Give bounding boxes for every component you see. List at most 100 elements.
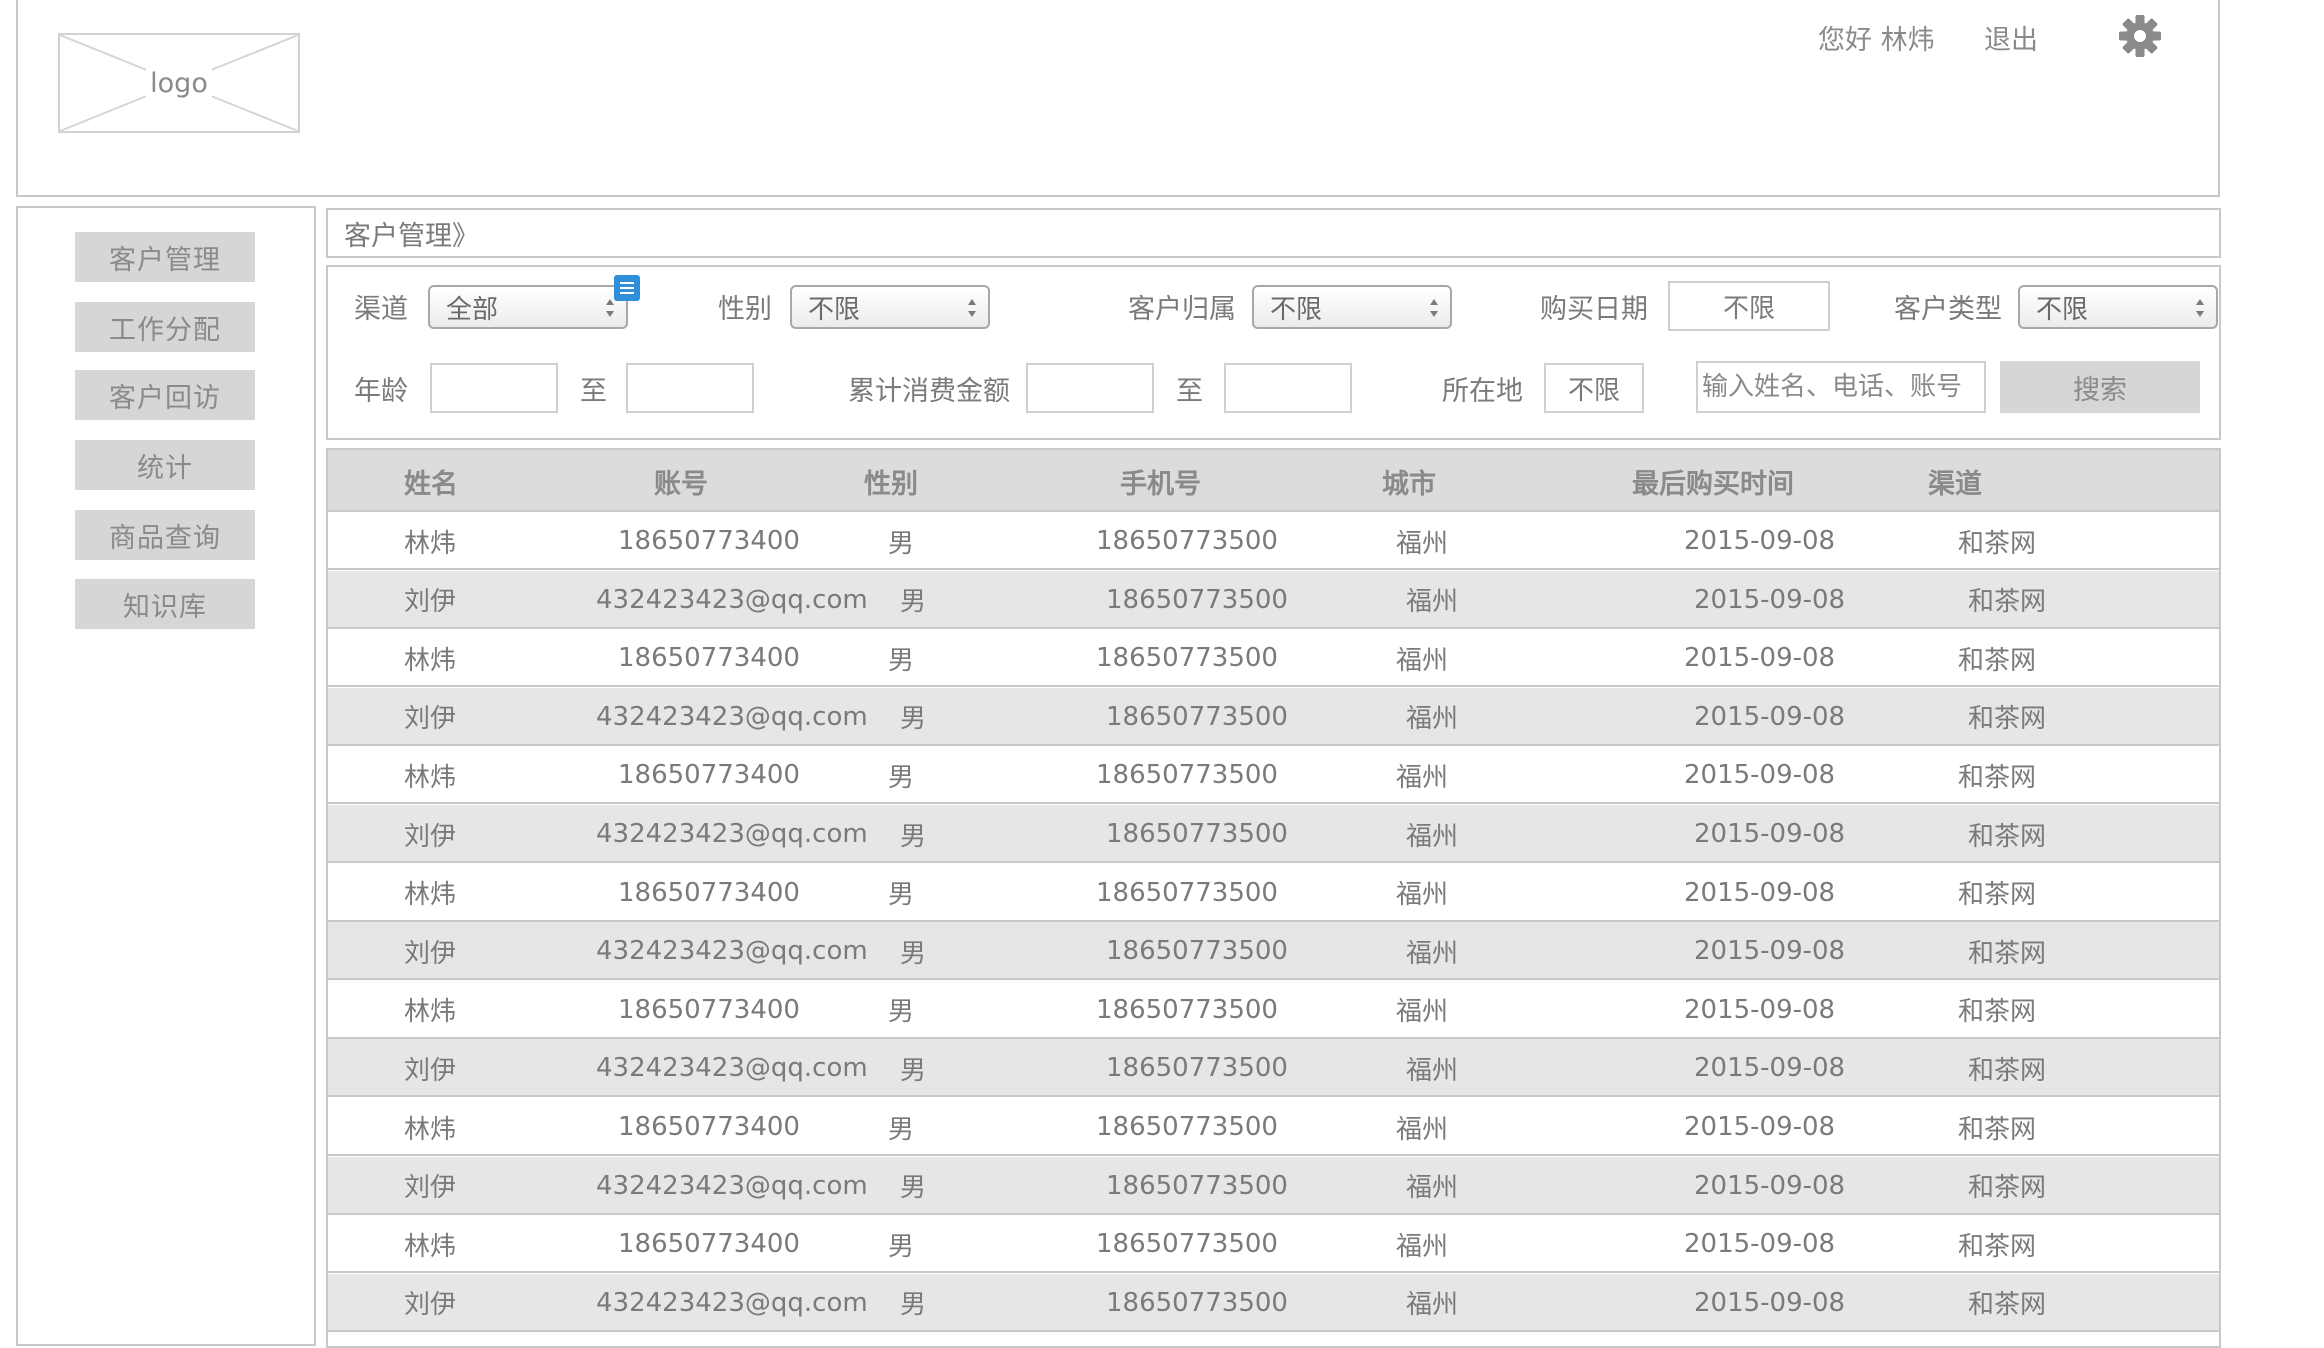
cell-gender: 男 (900, 1173, 927, 1204)
spend-to-label: 至 (1176, 376, 1203, 407)
sidebar-item-customer-management[interactable]: 客户管理 (75, 232, 255, 282)
cell-gender: 男 (900, 587, 927, 618)
cell-phone: 18650773500 (1106, 1287, 1288, 1318)
sidebar-item-customer-revisit[interactable]: 客户回访 (75, 370, 255, 420)
cell-city: 福州 (1406, 1055, 1459, 1086)
cell-name: 林炜 (404, 997, 457, 1028)
cell-last-purchase: 2015-09-08 (1694, 1287, 1846, 1318)
search-button[interactable]: 搜索 (2000, 361, 2200, 413)
table-row[interactable]: 林炜 18650773400 男 18650773500 福州 2015-09-08 和茶网 (328, 629, 2219, 688)
cell-name: 刘伊 (404, 1055, 457, 1086)
owner-select[interactable]: 不限 (1252, 285, 1452, 329)
column-header-account[interactable]: 账号 (654, 450, 708, 512)
cell-account: 18650773400 (618, 643, 800, 674)
location-field[interactable]: 不限 (1544, 363, 1644, 413)
spend-label: 累计消费金额 (848, 376, 1010, 407)
cell-name: 刘伊 (404, 704, 457, 735)
table-row[interactable]: 刘伊 432423423@qq.com 男 18650773500 福州 2015-09-… (328, 1273, 2219, 1332)
column-header-last-purchase[interactable]: 最后购买时间 (1632, 450, 1794, 512)
cell-name: 刘伊 (404, 1290, 457, 1321)
cell-gender: 男 (900, 1290, 927, 1321)
customer-table: 姓名 账号 性别 手机号 城市 最后购买时间 渠道 林炜 18650773400 男… (326, 448, 2221, 1348)
purchase-date-label: 购买日期 (1540, 294, 1648, 325)
cell-name: 林炜 (404, 528, 457, 559)
cell-account: 432423423@qq.com (596, 1053, 868, 1084)
table-row[interactable]: 刘伊 432423423@qq.com 男 18650773500 福州 2015-09-… (328, 687, 2219, 746)
channel-select[interactable]: 全部 (428, 285, 628, 329)
cell-name: 林炜 (404, 645, 457, 676)
table-row[interactable]: 刘伊 432423423@qq.com 男 18650773500 福州 2015-09-… (328, 922, 2219, 981)
table-row[interactable]: 刘伊 432423423@qq.com 男 18650773500 福州 2015-09-… (328, 570, 2219, 629)
cell-account: 18650773400 (618, 526, 800, 556)
table-row[interactable]: 林炜 18650773400 男 18650773500 福州 2015-09-08 和茶网 (328, 863, 2219, 922)
cell-phone: 18650773500 (1096, 1229, 1278, 1260)
cell-gender: 男 (900, 821, 927, 852)
column-header-phone[interactable]: 手机号 (1120, 450, 1201, 512)
sidebar-item-work-assignment[interactable]: 工作分配 (75, 302, 255, 352)
table-row[interactable]: 刘伊 432423423@qq.com 男 18650773500 福州 2015-09-… (328, 1156, 2219, 1215)
age-to-label: 至 (580, 376, 607, 407)
purchase-date-field[interactable]: 不限 (1668, 281, 1830, 331)
cell-name: 刘伊 (404, 821, 457, 852)
spend-max-field[interactable] (1224, 363, 1352, 413)
table-row[interactable]: 林炜 18650773400 男 18650773500 福州 2015-09-08 和茶网 (328, 1215, 2219, 1274)
cell-city: 福州 (1406, 821, 1459, 852)
sidebar: 客户管理 工作分配 客户回访 统计 商品查询 知识库 (16, 206, 316, 1346)
cell-last-purchase: 2015-09-08 (1684, 1229, 1836, 1260)
cell-gender: 男 (900, 704, 927, 735)
cell-last-purchase: 2015-09-08 (1684, 994, 1836, 1025)
table-row[interactable]: 林炜 18650773400 男 18650773500 福州 2015-09-08 和茶网 (328, 980, 2219, 1039)
select-arrows-icon (1430, 299, 1438, 317)
cell-phone: 18650773500 (1106, 819, 1288, 849)
age-min-field[interactable] (430, 363, 558, 413)
cell-name: 刘伊 (404, 1173, 457, 1204)
column-header-channel[interactable]: 渠道 (1928, 450, 1982, 512)
select-arrows-icon (968, 299, 976, 317)
age-max-field[interactable] (626, 363, 754, 413)
table-row[interactable]: 林炜 18650773400 男 18650773500 福州 2015-09-08 和茶网 (328, 746, 2219, 805)
cell-account: 432423423@qq.com (596, 584, 868, 615)
column-header-name[interactable]: 姓名 (404, 450, 458, 512)
cell-account: 432423423@qq.com (596, 1170, 868, 1201)
cell-gender: 男 (888, 1231, 915, 1262)
cell-phone: 18650773500 (1106, 936, 1288, 967)
table-row[interactable]: 刘伊 432423423@qq.com 男 18650773500 福州 2015-09-… (328, 805, 2219, 863)
column-header-gender[interactable]: 性别 (864, 450, 918, 512)
note-icon (614, 275, 640, 301)
owner-select-value: 不限 (1270, 294, 1323, 325)
filter-panel: 渠道 全部 性别 不限 客户归属 不限 购买日期 不限 客户类型 不限 年龄 至… (326, 265, 2221, 440)
column-header-city[interactable]: 城市 (1382, 450, 1436, 512)
cell-city: 福州 (1396, 645, 1449, 676)
spend-min-field[interactable] (1026, 363, 1154, 413)
table-row[interactable]: 刘伊 432423423@qq.com 男 18650773500 福州 2015-09-… (328, 1039, 2219, 1098)
cell-channel: 和茶网 (1968, 704, 2047, 735)
cell-account: 18650773400 (618, 760, 800, 791)
channel-select-value: 全部 (446, 294, 499, 325)
cell-city: 福州 (1406, 1173, 1459, 1204)
gear-icon[interactable] (2116, 12, 2164, 60)
cell-last-purchase: 2015-09-08 (1694, 1053, 1846, 1084)
search-input[interactable] (1696, 361, 1986, 413)
user-greeting: 您好 林炜 (1818, 25, 1935, 56)
cell-phone: 18650773500 (1096, 760, 1278, 791)
cell-name: 刘伊 (404, 938, 457, 969)
sidebar-item-product-search[interactable]: 商品查询 (75, 510, 255, 560)
cell-phone: 18650773500 (1096, 643, 1278, 674)
sidebar-item-knowledge-base[interactable]: 知识库 (75, 579, 255, 629)
cell-phone: 18650773500 (1106, 701, 1288, 732)
gender-select[interactable]: 不限 (790, 285, 990, 329)
logout-link[interactable]: 退出 (1984, 18, 2038, 57)
cell-phone: 18650773500 (1106, 584, 1288, 615)
table-row[interactable]: 林炜 18650773400 男 18650773500 福州 2015-09-08 和茶网 (328, 1098, 2219, 1156)
cell-gender: 男 (888, 880, 915, 911)
customer-type-select[interactable]: 不限 (2018, 285, 2218, 329)
sidebar-item-statistics[interactable]: 统计 (75, 440, 255, 490)
select-arrows-icon (2196, 299, 2204, 317)
cell-phone: 18650773500 (1106, 1053, 1288, 1084)
cell-account: 18650773400 (618, 994, 800, 1025)
cell-gender: 男 (888, 762, 915, 793)
table-row[interactable]: 林炜 18650773400 男 18650773500 福州 2015-09-08 和茶网 (328, 512, 2219, 570)
cell-account: 432423423@qq.com (596, 936, 868, 967)
cell-channel: 和茶网 (1968, 1055, 2047, 1086)
cell-channel: 和茶网 (1968, 587, 2047, 618)
